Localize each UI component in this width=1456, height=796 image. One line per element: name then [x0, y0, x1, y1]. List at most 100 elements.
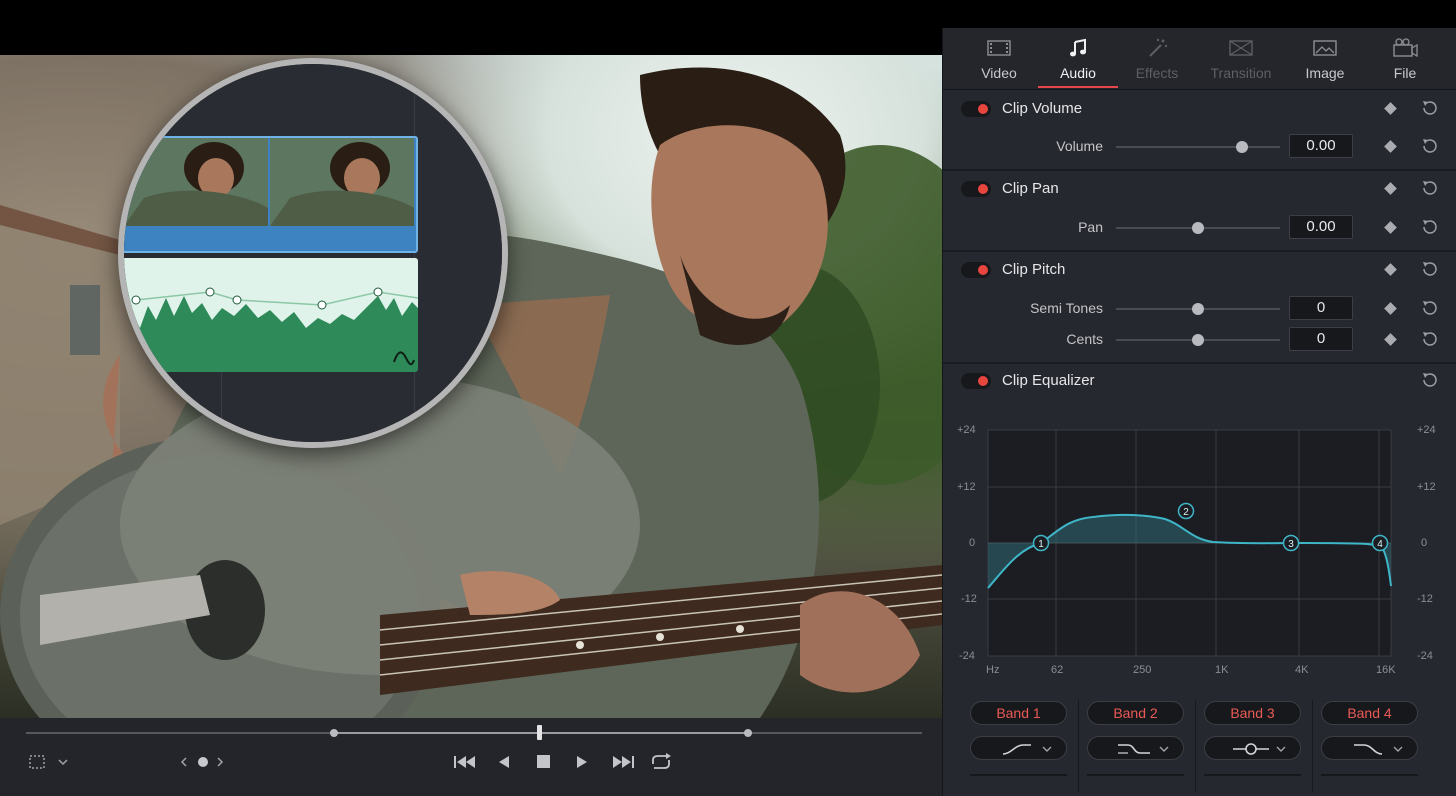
slider-knob[interactable]	[1192, 334, 1204, 346]
tab-label: Image	[1305, 65, 1345, 81]
timeline-magnifier	[118, 58, 508, 448]
eq-x-axis: Hz 62 250 1K 4K 16K	[986, 664, 1396, 676]
section-title: Clip Volume	[1002, 100, 1083, 117]
eq-node-4[interactable]: 4	[1371, 534, 1389, 552]
eq-x-tick: Hz	[986, 664, 999, 676]
eq-y-tick: 0	[969, 537, 975, 549]
play-reverse-icon[interactable]	[496, 752, 512, 772]
film-icon	[987, 37, 1011, 59]
low-pass-icon	[1354, 744, 1383, 755]
clip-equalizer-header: Clip Equalizer	[943, 364, 1456, 402]
keyframe-icon[interactable]	[1384, 263, 1397, 276]
eq-x-tick: 62	[1051, 664, 1063, 676]
bell-icon	[1245, 743, 1257, 755]
in-point-handle[interactable]	[330, 729, 338, 737]
reset-icon[interactable]	[1419, 217, 1439, 237]
equalizer-graph[interactable]: +24 +12 0 -12 -24 +24 +12 0 -12 -24 Hz 6…	[943, 421, 1456, 681]
music-note-icon	[1068, 37, 1088, 59]
band-2-button[interactable]: Band 2	[1087, 701, 1184, 725]
band-1-button[interactable]: Band 1	[970, 701, 1067, 725]
inspector-tabs: Video Audio Effects Transition Image Fil…	[943, 28, 1456, 90]
band-3: Band 3	[1194, 696, 1311, 796]
skip-to-end-icon[interactable]	[610, 752, 636, 772]
image-icon	[1313, 37, 1337, 59]
chevron-down-icon[interactable]	[56, 752, 70, 772]
semi-tones-slider[interactable]	[1116, 303, 1280, 315]
pan-field[interactable]: 0.00	[1289, 215, 1353, 239]
slider-knob[interactable]	[1236, 141, 1249, 153]
band-1-shape-select[interactable]	[970, 736, 1067, 760]
semi-tones-field[interactable]: 0	[1289, 296, 1353, 320]
loop-icon[interactable]	[648, 752, 674, 772]
eq-y-axis-right: +24 +12 0 -12 -24	[1417, 424, 1436, 662]
next-clip-icon[interactable]	[214, 752, 226, 772]
clip-dot-icon[interactable]	[196, 752, 210, 772]
tab-file[interactable]: File	[1367, 28, 1443, 88]
reset-icon[interactable]	[1419, 329, 1439, 349]
section-title: Clip Pitch	[1002, 261, 1066, 278]
cents-field[interactable]: 0	[1289, 327, 1353, 351]
high-pass-icon	[1002, 744, 1031, 755]
svg-text:3: 3	[1288, 539, 1294, 550]
eq-bands: Band 1 Band 2 Band 3 Band 4	[943, 696, 1456, 796]
band-4-shape-select[interactable]	[1321, 736, 1418, 760]
magic-wand-icon	[1146, 37, 1168, 59]
reset-icon[interactable]	[1419, 136, 1439, 156]
reset-icon[interactable]	[1419, 298, 1439, 318]
slider-knob[interactable]	[1192, 222, 1204, 234]
semi-tones-label: Semi Tones	[1030, 300, 1103, 316]
clip-volume-toggle[interactable]	[961, 101, 991, 117]
clip-pan-toggle[interactable]	[961, 181, 991, 197]
pan-slider[interactable]	[1116, 222, 1280, 234]
volume-slider[interactable]	[1116, 141, 1280, 153]
stop-icon[interactable]	[535, 752, 553, 772]
clip-equalizer-toggle[interactable]	[961, 373, 991, 389]
tab-video[interactable]: Video	[961, 28, 1037, 88]
eq-node-2[interactable]: 2	[1177, 502, 1195, 520]
band-3-button[interactable]: Band 3	[1204, 701, 1301, 725]
film-reel-icon	[1392, 37, 1418, 59]
out-point-handle[interactable]	[744, 729, 752, 737]
eq-node-3[interactable]: 3	[1282, 534, 1300, 552]
band-4-button[interactable]: Band 4	[1321, 701, 1418, 725]
keyframe-icon[interactable]	[1384, 302, 1397, 315]
volume-label: Volume	[1056, 138, 1103, 154]
play-icon[interactable]	[574, 752, 590, 772]
prev-clip-icon[interactable]	[178, 752, 190, 772]
video-clip[interactable]	[124, 136, 418, 253]
eq-y-tick: +24	[1417, 424, 1436, 436]
chevron-down-icon	[1159, 746, 1169, 752]
reset-icon[interactable]	[1419, 259, 1439, 279]
audio-waveform	[124, 258, 418, 366]
tab-effects: Effects	[1119, 28, 1195, 88]
clip-pitch-toggle[interactable]	[961, 262, 991, 278]
band-2-shape-select[interactable]	[1087, 736, 1184, 760]
keyframe-icon[interactable]	[1384, 102, 1397, 115]
slider-knob[interactable]	[1192, 303, 1204, 315]
low-shelf-icon	[1118, 744, 1150, 754]
keyframe-icon[interactable]	[1384, 182, 1397, 195]
eq-node-1[interactable]: 1	[1032, 534, 1050, 552]
keyframe-icon[interactable]	[1384, 221, 1397, 234]
reset-icon[interactable]	[1419, 370, 1439, 390]
inspector-panel: Video Audio Effects Transition Image Fil…	[942, 28, 1456, 796]
tab-image[interactable]: Image	[1287, 28, 1363, 88]
audio-clip[interactable]	[124, 258, 418, 372]
band-3-shape-select[interactable]	[1204, 736, 1301, 760]
keyframe-icon[interactable]	[1384, 140, 1397, 153]
eq-y-tick: -12	[961, 593, 977, 605]
skip-to-start-icon[interactable]	[452, 752, 478, 772]
volume-field[interactable]: 0.00	[1289, 134, 1353, 158]
playhead[interactable]	[537, 725, 542, 740]
eq-x-tick: 16K	[1376, 664, 1396, 676]
eq-y-tick: -24	[959, 650, 975, 662]
crop-icon[interactable]	[26, 752, 48, 772]
tab-audio[interactable]: Audio	[1038, 28, 1118, 88]
cents-slider[interactable]	[1116, 334, 1280, 346]
pan-label: Pan	[1078, 219, 1103, 235]
reset-icon[interactable]	[1419, 178, 1439, 198]
reset-icon[interactable]	[1419, 98, 1439, 118]
keyframe-icon[interactable]	[1384, 333, 1397, 346]
svg-text:2: 2	[1183, 507, 1189, 518]
tab-label: Transition	[1210, 65, 1272, 81]
